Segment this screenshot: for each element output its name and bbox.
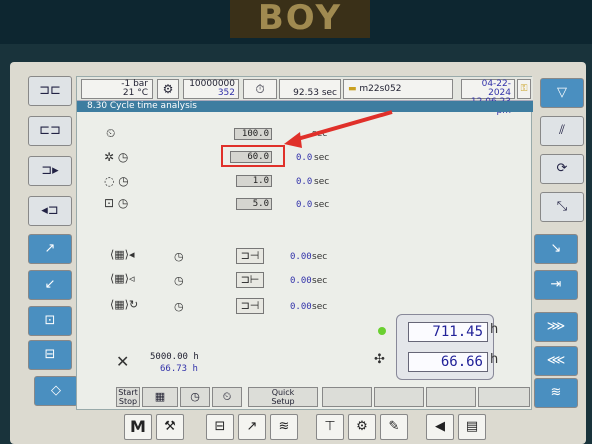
annotation-arrow-icon	[284, 110, 393, 148]
